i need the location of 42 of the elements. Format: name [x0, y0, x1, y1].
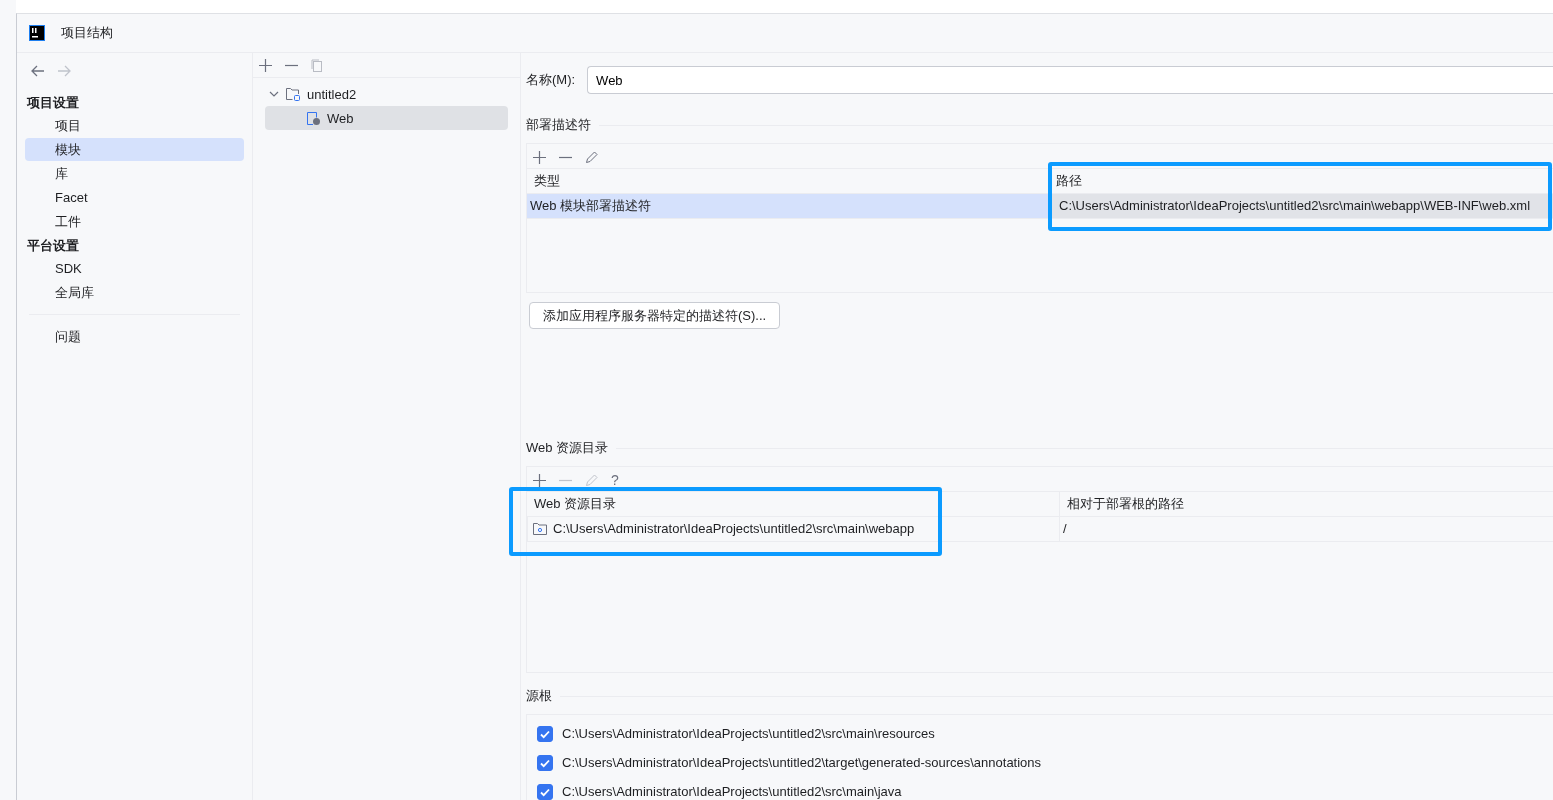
- app-logo-icon: [29, 25, 45, 41]
- table-cell[interactable]: /: [1059, 517, 1553, 542]
- column-header[interactable]: 相对于部署根的路径: [1059, 491, 1553, 517]
- source-path: C:\Users\Administrator\IdeaProjects\untitled2\src\main\java: [562, 784, 902, 799]
- sidebar-item[interactable]: 库: [25, 162, 244, 185]
- tree-item[interactable]: untitled2: [265, 82, 508, 106]
- folder-icon: [533, 523, 547, 535]
- sidebar-item[interactable]: SDK: [25, 257, 244, 280]
- source-path: C:\Users\Administrator\IdeaProjects\untitled2\target\generated-sources\annotations: [562, 755, 1042, 770]
- sidebar-item[interactable]: Facet: [25, 186, 244, 209]
- add-descriptor-button[interactable]: 添加应用程序服务器特定的描述符(S)...: [529, 302, 781, 329]
- checkbox[interactable]: [537, 783, 553, 800]
- column-header[interactable]: 类型: [527, 168, 1048, 194]
- module-folder-icon: [285, 86, 301, 102]
- source-path: C:\Users\Administrator\IdeaProjects\untitled2\src\main\resources: [562, 726, 935, 741]
- section-heading: 项目设置: [26, 95, 80, 112]
- checkbox[interactable]: [537, 754, 553, 771]
- name-label: 名称(M):: [526, 71, 576, 89]
- sidebar-item[interactable]: 模块: [25, 138, 244, 161]
- section-heading: 部署描述符: [526, 116, 591, 134]
- table-cell[interactable]: C:\Users\Administrator\IdeaProjects\untitled2\src\main\webapp: [527, 517, 1059, 542]
- web-module-icon: [305, 110, 321, 126]
- window-title: 项目结构: [61, 24, 113, 42]
- sidebar-item[interactable]: 问题: [25, 325, 244, 348]
- sidebar-item[interactable]: 全局库: [25, 281, 244, 304]
- name-field[interactable]: Web: [587, 66, 1553, 94]
- section-heading: 平台设置: [26, 238, 80, 255]
- add-icon[interactable]: [533, 150, 546, 164]
- sidebar-item[interactable]: 工件: [25, 210, 244, 233]
- back-icon[interactable]: [31, 65, 45, 77]
- chevron-icon[interactable]: [269, 89, 279, 99]
- section-heading: 源根: [526, 687, 552, 705]
- help-button[interactable]: ?: [611, 472, 619, 488]
- add-icon[interactable]: [259, 59, 272, 72]
- add-icon[interactable]: [533, 473, 546, 487]
- section-heading: Web 资源目录: [526, 439, 609, 457]
- tree-item[interactable]: Web: [265, 106, 508, 130]
- sidebar-item[interactable]: 项目: [25, 114, 244, 137]
- column-header[interactable]: Web 资源目录: [527, 491, 1059, 517]
- edit-icon[interactable]: [585, 150, 598, 164]
- checkbox[interactable]: [537, 725, 553, 742]
- table-cell[interactable]: Web 模块部署描述符: [527, 194, 1048, 219]
